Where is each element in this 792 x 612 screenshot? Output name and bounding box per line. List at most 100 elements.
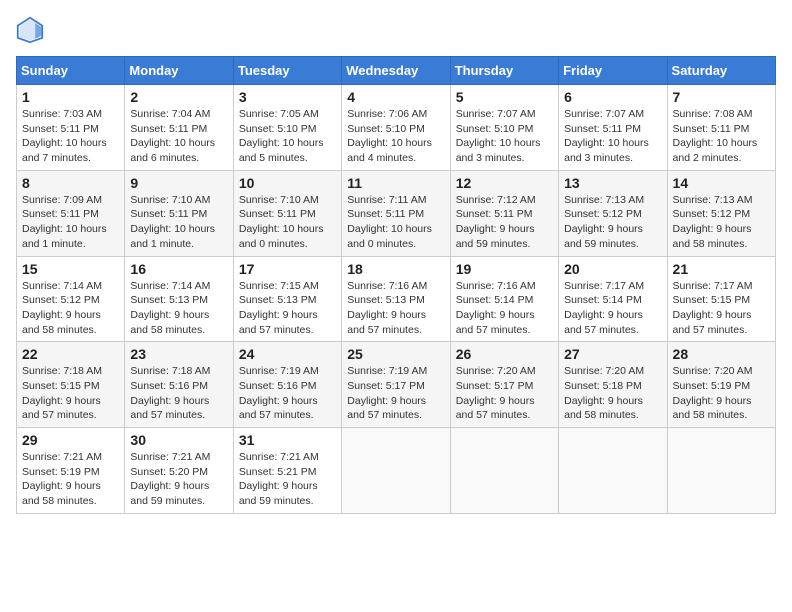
- calendar-cell: 16Sunrise: 7:14 AMSunset: 5:13 PMDayligh…: [125, 256, 233, 342]
- logo: [16, 16, 48, 44]
- calendar-cell: 14Sunrise: 7:13 AMSunset: 5:12 PMDayligh…: [667, 170, 775, 256]
- day-detail: Sunrise: 7:04 AMSunset: 5:11 PMDaylight:…: [130, 107, 227, 166]
- calendar-cell: [342, 428, 450, 514]
- calendar-cell: 18 Sunrise: 7:16 AMSunset: 5:13 PMDayligh…: [342, 256, 450, 342]
- calendar-cell: [667, 428, 775, 514]
- day-detail: Sunrise: 7:07 AMSunset: 5:11 PMDaylight:…: [564, 107, 661, 166]
- calendar-cell: 21 Sunrise: 7:17 AMSunset: 5:15 PMDayligh…: [667, 256, 775, 342]
- calendar-cell: 8 Sunrise: 7:09 AMSunset: 5:11 PMDaylight…: [17, 170, 125, 256]
- day-detail: Sunrise: 7:11 AMSunset: 5:11 PMDaylight:…: [347, 193, 444, 252]
- day-detail: Sunrise: 7:14 AMSunset: 5:12 PMDaylight:…: [22, 279, 119, 338]
- weekday-header: Wednesday: [342, 57, 450, 85]
- day-detail: Sunrise: 7:21 AMSunset: 5:20 PMDaylight:…: [130, 450, 227, 509]
- day-number: 13: [564, 175, 661, 191]
- day-detail: Sunrise: 7:10 AMSunset: 5:11 PMDaylight:…: [130, 193, 227, 252]
- day-detail: Sunrise: 7:10 AMSunset: 5:11 PMDaylight:…: [239, 193, 336, 252]
- calendar-week-row: 8 Sunrise: 7:09 AMSunset: 5:11 PMDaylight…: [17, 170, 776, 256]
- day-detail: Sunrise: 7:13 AMSunset: 5:12 PMDaylight:…: [564, 193, 661, 252]
- day-number: 5: [456, 89, 553, 105]
- day-number: 3: [239, 89, 336, 105]
- day-number: 28: [673, 346, 770, 362]
- day-detail: Sunrise: 7:05 AMSunset: 5:10 PMDaylight:…: [239, 107, 336, 166]
- logo-icon: [16, 16, 44, 44]
- day-number: 6: [564, 89, 661, 105]
- calendar-table: SundayMondayTuesdayWednesdayThursdayFrid…: [16, 56, 776, 514]
- calendar-cell: [450, 428, 558, 514]
- day-number: 18: [347, 261, 444, 277]
- day-number: 31: [239, 432, 336, 448]
- day-detail: Sunrise: 7:07 AMSunset: 5:10 PMDaylight:…: [456, 107, 553, 166]
- calendar-cell: 6 Sunrise: 7:07 AMSunset: 5:11 PMDaylight…: [559, 85, 667, 171]
- day-detail: Sunrise: 7:06 AMSunset: 5:10 PMDaylight:…: [347, 107, 444, 166]
- day-detail: Sunrise: 7:18 AMSunset: 5:15 PMDaylight:…: [22, 364, 119, 423]
- day-detail: Sunrise: 7:14 AMSunset: 5:13 PMDaylight:…: [130, 279, 227, 338]
- day-detail: Sunrise: 7:09 AMSunset: 5:11 PMDaylight:…: [22, 193, 119, 252]
- calendar-cell: 30 Sunrise: 7:21 AMSunset: 5:20 PMDayligh…: [125, 428, 233, 514]
- day-number: 17: [239, 261, 336, 277]
- day-detail: Sunrise: 7:12 AMSunset: 5:11 PMDaylight:…: [456, 193, 553, 252]
- calendar-cell: 2 Sunrise: 7:04 AMSunset: 5:11 PMDaylight…: [125, 85, 233, 171]
- calendar-cell: 17 Sunrise: 7:15 AMSunset: 5:13 PMDayligh…: [233, 256, 341, 342]
- day-number: 11: [347, 175, 444, 191]
- day-number: 29: [22, 432, 119, 448]
- day-detail: Sunrise: 7:08 AMSunset: 5:11 PMDaylight:…: [673, 107, 770, 166]
- day-number: 30: [130, 432, 227, 448]
- weekday-header: Friday: [559, 57, 667, 85]
- day-number: 15: [22, 261, 119, 277]
- calendar-week-row: 22 Sunrise: 7:18 AMSunset: 5:15 PMDayligh…: [17, 342, 776, 428]
- calendar-cell: 20 Sunrise: 7:17 AMSunset: 5:14 PMDayligh…: [559, 256, 667, 342]
- day-number: 23: [130, 346, 227, 362]
- calendar-week-row: 29 Sunrise: 7:21 AMSunset: 5:19 PMDayligh…: [17, 428, 776, 514]
- day-number: 27: [564, 346, 661, 362]
- day-detail: Sunrise: 7:17 AMSunset: 5:14 PMDaylight:…: [564, 279, 661, 338]
- page-header: [16, 16, 776, 44]
- calendar-cell: 3 Sunrise: 7:05 AMSunset: 5:10 PMDaylight…: [233, 85, 341, 171]
- day-detail: Sunrise: 7:20 AMSunset: 5:19 PMDaylight:…: [673, 364, 770, 423]
- day-number: 21: [673, 261, 770, 277]
- calendar-cell: 29 Sunrise: 7:21 AMSunset: 5:19 PMDayligh…: [17, 428, 125, 514]
- weekday-header: Monday: [125, 57, 233, 85]
- calendar-cell: 28 Sunrise: 7:20 AMSunset: 5:19 PMDayligh…: [667, 342, 775, 428]
- day-number: 12: [456, 175, 553, 191]
- day-detail: Sunrise: 7:21 AMSunset: 5:21 PMDaylight:…: [239, 450, 336, 509]
- day-number: 7: [673, 89, 770, 105]
- calendar-cell: 12 Sunrise: 7:12 AMSunset: 5:11 PMDayligh…: [450, 170, 558, 256]
- day-number: 2: [130, 89, 227, 105]
- day-detail: Sunrise: 7:20 AMSunset: 5:17 PMDaylight:…: [456, 364, 553, 423]
- weekday-header: Saturday: [667, 57, 775, 85]
- day-number: 10: [239, 175, 336, 191]
- calendar-cell: 9 Sunrise: 7:10 AMSunset: 5:11 PMDaylight…: [125, 170, 233, 256]
- calendar-cell: 11 Sunrise: 7:11 AMSunset: 5:11 PMDayligh…: [342, 170, 450, 256]
- calendar-cell: 25Sunrise: 7:19 AMSunset: 5:17 PMDayligh…: [342, 342, 450, 428]
- day-number: 22: [22, 346, 119, 362]
- day-number: 19: [456, 261, 553, 277]
- calendar-cell: 26Sunrise: 7:20 AMSunset: 5:17 PMDayligh…: [450, 342, 558, 428]
- day-detail: Sunrise: 7:17 AMSunset: 5:15 PMDaylight:…: [673, 279, 770, 338]
- calendar-cell: 4 Sunrise: 7:06 AMSunset: 5:10 PMDaylight…: [342, 85, 450, 171]
- calendar-cell: 13 Sunrise: 7:13 AMSunset: 5:12 PMDayligh…: [559, 170, 667, 256]
- day-number: 4: [347, 89, 444, 105]
- day-detail: Sunrise: 7:20 AMSunset: 5:18 PMDaylight:…: [564, 364, 661, 423]
- calendar-cell: 1Sunrise: 7:03 AMSunset: 5:11 PMDaylight…: [17, 85, 125, 171]
- day-number: 8: [22, 175, 119, 191]
- day-detail: Sunrise: 7:15 AMSunset: 5:13 PMDaylight:…: [239, 279, 336, 338]
- weekday-header: Thursday: [450, 57, 558, 85]
- day-detail: Sunrise: 7:19 AMSunset: 5:16 PMDaylight:…: [239, 364, 336, 423]
- calendar-header-row: SundayMondayTuesdayWednesdayThursdayFrid…: [17, 57, 776, 85]
- calendar-cell: 5 Sunrise: 7:07 AMSunset: 5:10 PMDaylight…: [450, 85, 558, 171]
- day-number: 20: [564, 261, 661, 277]
- calendar-cell: 31 Sunrise: 7:21 AMSunset: 5:21 PMDayligh…: [233, 428, 341, 514]
- calendar-cell: 27 Sunrise: 7:20 AMSunset: 5:18 PMDayligh…: [559, 342, 667, 428]
- day-number: 24: [239, 346, 336, 362]
- day-detail: Sunrise: 7:18 AMSunset: 5:16 PMDaylight:…: [130, 364, 227, 423]
- day-detail: Sunrise: 7:03 AMSunset: 5:11 PMDaylight:…: [22, 107, 119, 166]
- calendar-cell: [559, 428, 667, 514]
- day-detail: Sunrise: 7:16 AMSunset: 5:13 PMDaylight:…: [347, 279, 444, 338]
- day-detail: Sunrise: 7:21 AMSunset: 5:19 PMDaylight:…: [22, 450, 119, 509]
- calendar-cell: 15 Sunrise: 7:14 AMSunset: 5:12 PMDayligh…: [17, 256, 125, 342]
- calendar-cell: 24 Sunrise: 7:19 AMSunset: 5:16 PMDayligh…: [233, 342, 341, 428]
- day-number: 25: [347, 346, 444, 362]
- calendar-cell: 10 Sunrise: 7:10 AMSunset: 5:11 PMDayligh…: [233, 170, 341, 256]
- weekday-header: Sunday: [17, 57, 125, 85]
- day-number: 9: [130, 175, 227, 191]
